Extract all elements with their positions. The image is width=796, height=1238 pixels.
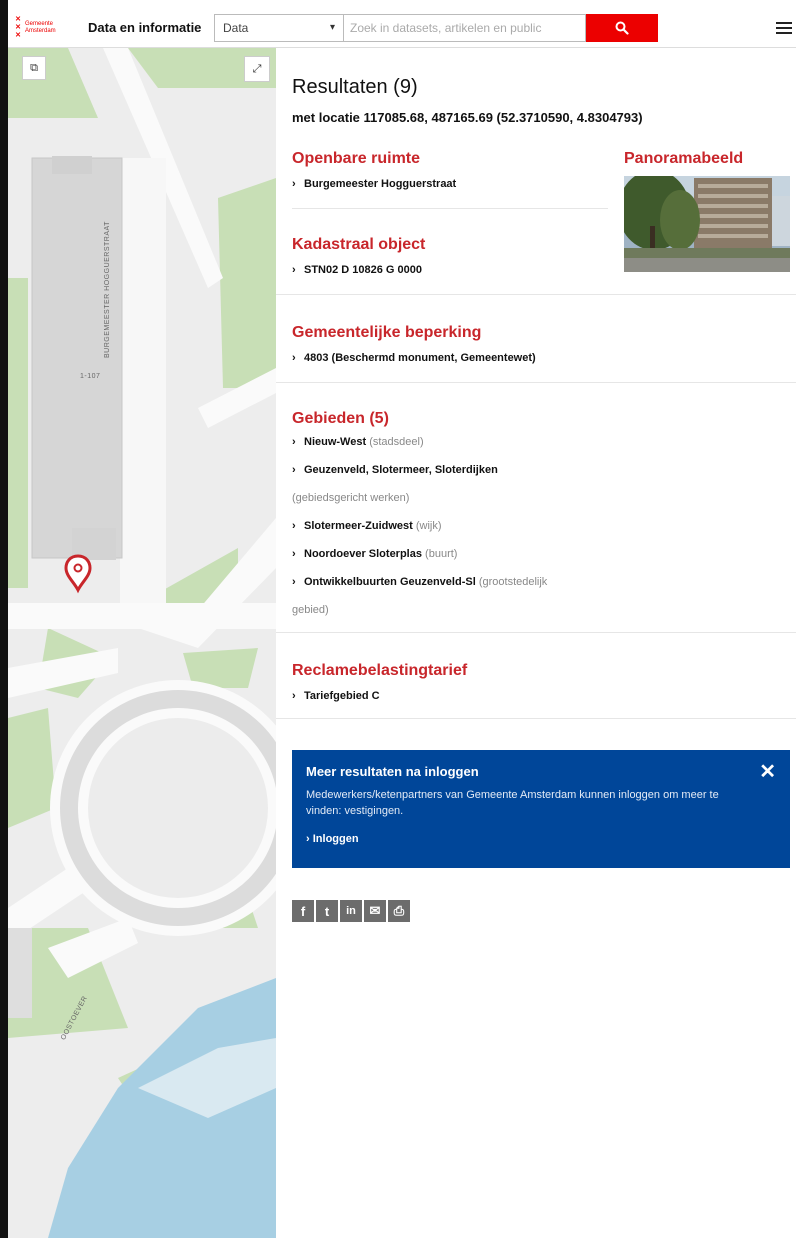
category-select[interactable]: Data ▾ — [214, 13, 344, 42]
street-label: BURGEMEESTER HOGGUERSTRAAT — [104, 221, 111, 358]
result-link-label: Burgemeester Hogguerstraat — [304, 178, 457, 190]
logo-line-2: Amsterdam — [25, 27, 56, 34]
building-number-label: 1-107 — [80, 373, 101, 380]
login-link-label: Inloggen — [312, 833, 359, 845]
divider — [276, 294, 796, 295]
chevron-right-icon: › — [292, 436, 296, 448]
result-link[interactable]: › Burgemeester Hogguerstraat — [292, 170, 456, 198]
result-link-type: (stadsdeel) — [369, 436, 424, 448]
share-bar: f t in ✉ ⎙ — [292, 900, 410, 922]
logo-crosses-icon: ✕ ✕ ✕ — [15, 15, 21, 39]
section-title: Panoramabeeld — [624, 150, 744, 167]
top-bar: ✕ ✕ ✕ Gemeente Amsterdam Data en informati… — [8, 8, 796, 48]
location-coordinates: met locatie 117085.68, 487165.69 (52.371… — [292, 110, 643, 125]
print-icon[interactable]: ⎙ — [388, 900, 410, 922]
map-canvas — [8, 48, 276, 1238]
logo-line-1: Gemeente — [25, 20, 54, 27]
result-link-label: STN02 D 10826 G 0000 — [304, 264, 423, 276]
twitter-icon[interactable]: t — [316, 900, 338, 922]
map-layers-button[interactable]: ⧉ — [22, 56, 46, 80]
close-icon[interactable]: ✕ — [759, 762, 776, 782]
layers-icon: ⧉ — [30, 61, 38, 74]
expand-icon: ⤢ — [252, 62, 262, 75]
chevron-right-icon: › — [292, 576, 296, 588]
result-link-label: Tariefgebied C — [304, 690, 380, 702]
result-link-label: Noordoever Sloterplas — [304, 548, 422, 560]
result-link[interactable]: › Slotermeer-Zuidwest (wijk) — [292, 512, 547, 540]
section-title: Gemeentelijke beperking — [292, 324, 482, 341]
login-link[interactable]: › Inloggen — [306, 833, 776, 845]
chevron-right-icon: › — [292, 264, 296, 276]
section-kadastraal-object: Kadastraal object › STN02 D 10826 G 0000 — [292, 236, 425, 284]
chevron-right-icon: › — [292, 548, 296, 560]
result-link-label: Nieuw-West — [304, 436, 367, 448]
divider — [276, 632, 796, 633]
result-link-type: (gebiedsgericht werken) — [292, 492, 410, 504]
results-title: Resultaten (9) — [292, 76, 418, 98]
result-link-label: Slotermeer-Zuidwest — [304, 520, 413, 532]
gemeente-logo[interactable]: ✕ ✕ ✕ Gemeente Amsterdam — [14, 15, 84, 41]
login-notice: Meer resultaten na inloggen Medewerkers/… — [292, 750, 790, 868]
section-reclamebelastingtarief: Reclamebelastingtarief › Tariefgebied C — [292, 662, 467, 710]
result-link[interactable]: › Tariefgebied C — [292, 682, 467, 710]
chevron-right-icon: › — [292, 520, 296, 532]
section-gemeentelijke-beperking: Gemeentelijke beperking › 4803 (Beschermd… — [292, 324, 536, 372]
result-link-type: (buurt) — [425, 548, 458, 560]
search-button[interactable] — [586, 13, 658, 42]
result-link[interactable]: › Nieuw-West (stadsdeel) — [292, 428, 547, 456]
search-input[interactable] — [344, 13, 586, 42]
divider — [276, 718, 796, 719]
chevron-right-icon: › — [292, 690, 296, 702]
divider — [276, 382, 796, 383]
result-link[interactable]: › Noordoever Sloterplas (buurt) — [292, 540, 547, 568]
facebook-icon[interactable]: f — [292, 900, 314, 922]
result-link-label: Geuzenveld, Slotermeer, Sloterdijken — [304, 464, 498, 476]
divider — [292, 208, 608, 209]
search-icon — [615, 21, 629, 35]
linkedin-icon[interactable]: in — [340, 900, 362, 922]
section-panorama: Panoramabeeld — [624, 150, 743, 168]
notice-title: Meer resultaten na inloggen — [306, 764, 479, 779]
results-panel: Resultaten (9) met locatie 117085.68, 48… — [276, 48, 796, 1238]
chevron-right-icon: › — [306, 833, 313, 845]
email-icon[interactable]: ✉ — [364, 900, 386, 922]
chevron-right-icon: › — [292, 464, 296, 476]
app-title[interactable]: Data en informatie — [88, 20, 214, 35]
result-link-type: (wijk) — [415, 520, 442, 532]
category-select-value: Data — [223, 20, 249, 35]
result-link-label: 4803 (Beschermd monument, Gemeentewet) — [304, 352, 536, 364]
section-gebieden: Gebieden (5) › Nieuw-West (stadsdeel) › Ge… — [292, 410, 547, 624]
map-fullscreen-button[interactable]: ⤢ — [244, 56, 270, 82]
chevron-right-icon: › — [292, 352, 296, 364]
section-title: Kadastraal object — [292, 236, 426, 253]
map-view[interactable]: ⧉ ⤢ BURGEMEESTER HOGGUERSTRAAT 1-107 OOS… — [8, 48, 276, 1238]
panorama-image[interactable] — [624, 176, 790, 272]
result-link[interactable]: › Geuzenveld, Slotermeer, Sloterdijken — [292, 456, 547, 484]
section-title: Openbare ruimte — [292, 150, 421, 167]
section-title: Gebieden (5) — [292, 410, 389, 427]
result-link[interactable]: › STN02 D 10826 G 0000 — [292, 256, 425, 284]
notice-text: Medewerkers/ketenpartners van Gemeente A… — [306, 789, 719, 817]
window-frame-edge — [0, 0, 8, 1238]
result-link-type: (grootstedelijk — [478, 576, 548, 588]
logo-text: Gemeente Amsterdam — [25, 21, 56, 35]
result-link[interactable]: › 4803 (Beschermd monument, Gemeentewet) — [292, 344, 536, 372]
chevron-right-icon: › — [292, 178, 296, 190]
hamburger-menu-icon[interactable] — [776, 18, 792, 38]
chevron-down-icon: ▾ — [329, 22, 335, 33]
panorama-photo — [624, 176, 790, 272]
section-openbare-ruimte: Openbare ruimte › Burgemeester Hogguerstr… — [292, 150, 456, 198]
section-title: Reclamebelastingtarief — [292, 662, 468, 679]
result-link[interactable]: › Ontwikkelbuurten Geuzenveld-Sl (grootst… — [292, 568, 547, 596]
result-link-label: Ontwikkelbuurten Geuzenveld-Sl — [304, 576, 476, 588]
result-link-type: gebied) — [292, 604, 329, 616]
